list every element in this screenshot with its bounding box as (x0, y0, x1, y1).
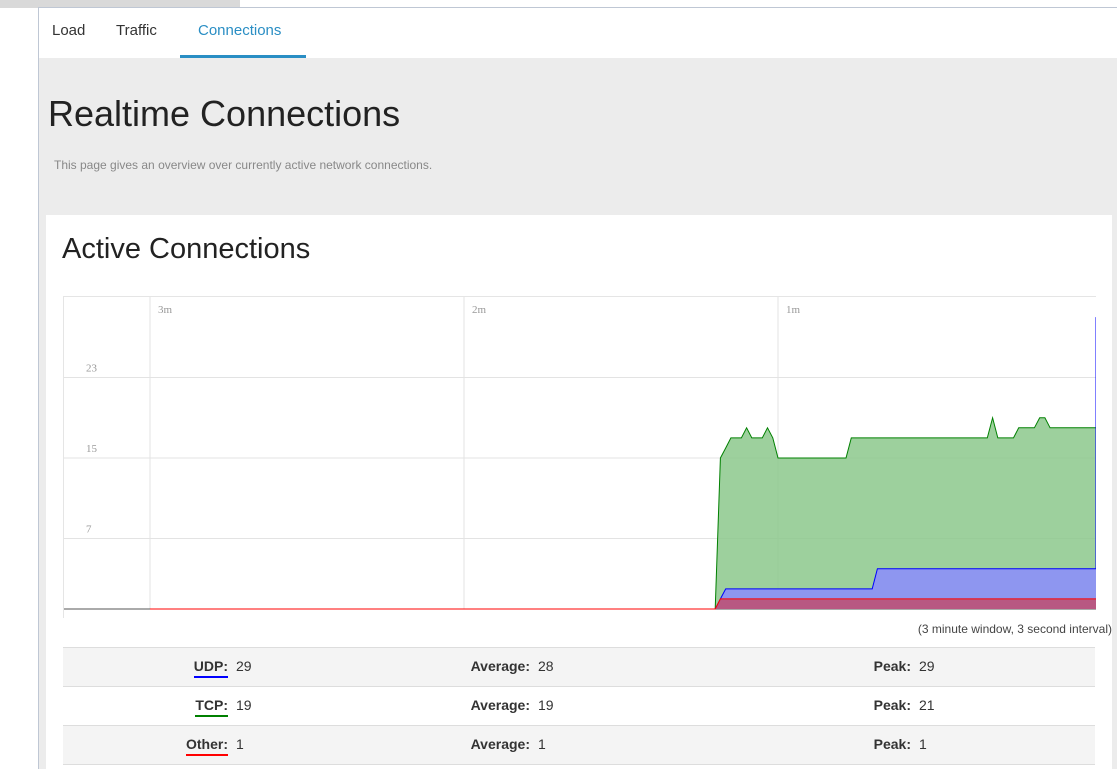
tab-connections[interactable]: Connections (198, 22, 281, 39)
tcp-peak-label: Peak: (873, 697, 911, 713)
tab-traffic[interactable]: Traffic (116, 22, 157, 39)
window-note: (3 minute window, 3 second interval) (917, 622, 1112, 636)
stat-row-udp: UDP: 29 Average: 28 Peak: 29 (63, 648, 1095, 687)
app-frame: Load Traffic Connections Realtime Connec… (38, 7, 1117, 775)
tcp-average-label: Average: (470, 697, 530, 713)
tab-load[interactable]: Load (52, 22, 85, 39)
udp-peak-label: Peak: (873, 658, 911, 674)
stat-row-tcp: TCP: 19 Average: 19 Peak: 21 (63, 687, 1095, 726)
stats-table: UDP: 29 Average: 28 Peak: 29 TCP: 19 Ave… (63, 647, 1095, 765)
y-tick-label-23: 23 (86, 363, 98, 375)
connections-chart: 3m 2m 1m 7 15 23 (63, 296, 1096, 618)
tcp-average-value: 19 (538, 697, 554, 713)
y-tick-label-7: 7 (86, 524, 92, 536)
tab-bar: Load Traffic Connections (39, 8, 1117, 58)
x-tick-label-1m: 1m (786, 304, 801, 316)
tcp-peak-value: 21 (919, 697, 935, 713)
other-value: 1 (236, 736, 244, 752)
other-average-value: 1 (538, 736, 546, 752)
page-description: This page gives an overview over current… (54, 158, 433, 172)
tcp-label: TCP: (195, 697, 228, 717)
x-tick-label-3m: 3m (158, 304, 173, 316)
stat-row-other: Other: 1 Average: 1 Peak: 1 (63, 726, 1095, 765)
udp-average-value: 28 (538, 658, 554, 674)
page-title: Realtime Connections (48, 93, 401, 134)
other-peak-label: Peak: (873, 736, 911, 752)
udp-peak-value: 29 (919, 658, 935, 674)
active-tab-indicator (180, 55, 306, 58)
other-average-label: Average: (470, 736, 530, 752)
other-label: Other: (186, 736, 228, 756)
y-tick-label-15: 15 (86, 443, 98, 455)
panel-title: Active Connections (62, 233, 311, 265)
active-connections-panel: Active Connections 3m 2m 1m 7 15 23 (3 minute… (46, 215, 1112, 775)
other-peak-value: 1 (919, 736, 927, 752)
series-area-other (150, 598, 1096, 609)
udp-average-label: Average: (470, 658, 530, 674)
chart-svg: 3m 2m 1m 7 15 23 (64, 297, 1096, 610)
x-tick-label-2m: 2m (472, 304, 487, 316)
tcp-value: 19 (236, 697, 252, 713)
udp-value: 29 (236, 658, 252, 674)
udp-label: UDP: (193, 658, 228, 678)
